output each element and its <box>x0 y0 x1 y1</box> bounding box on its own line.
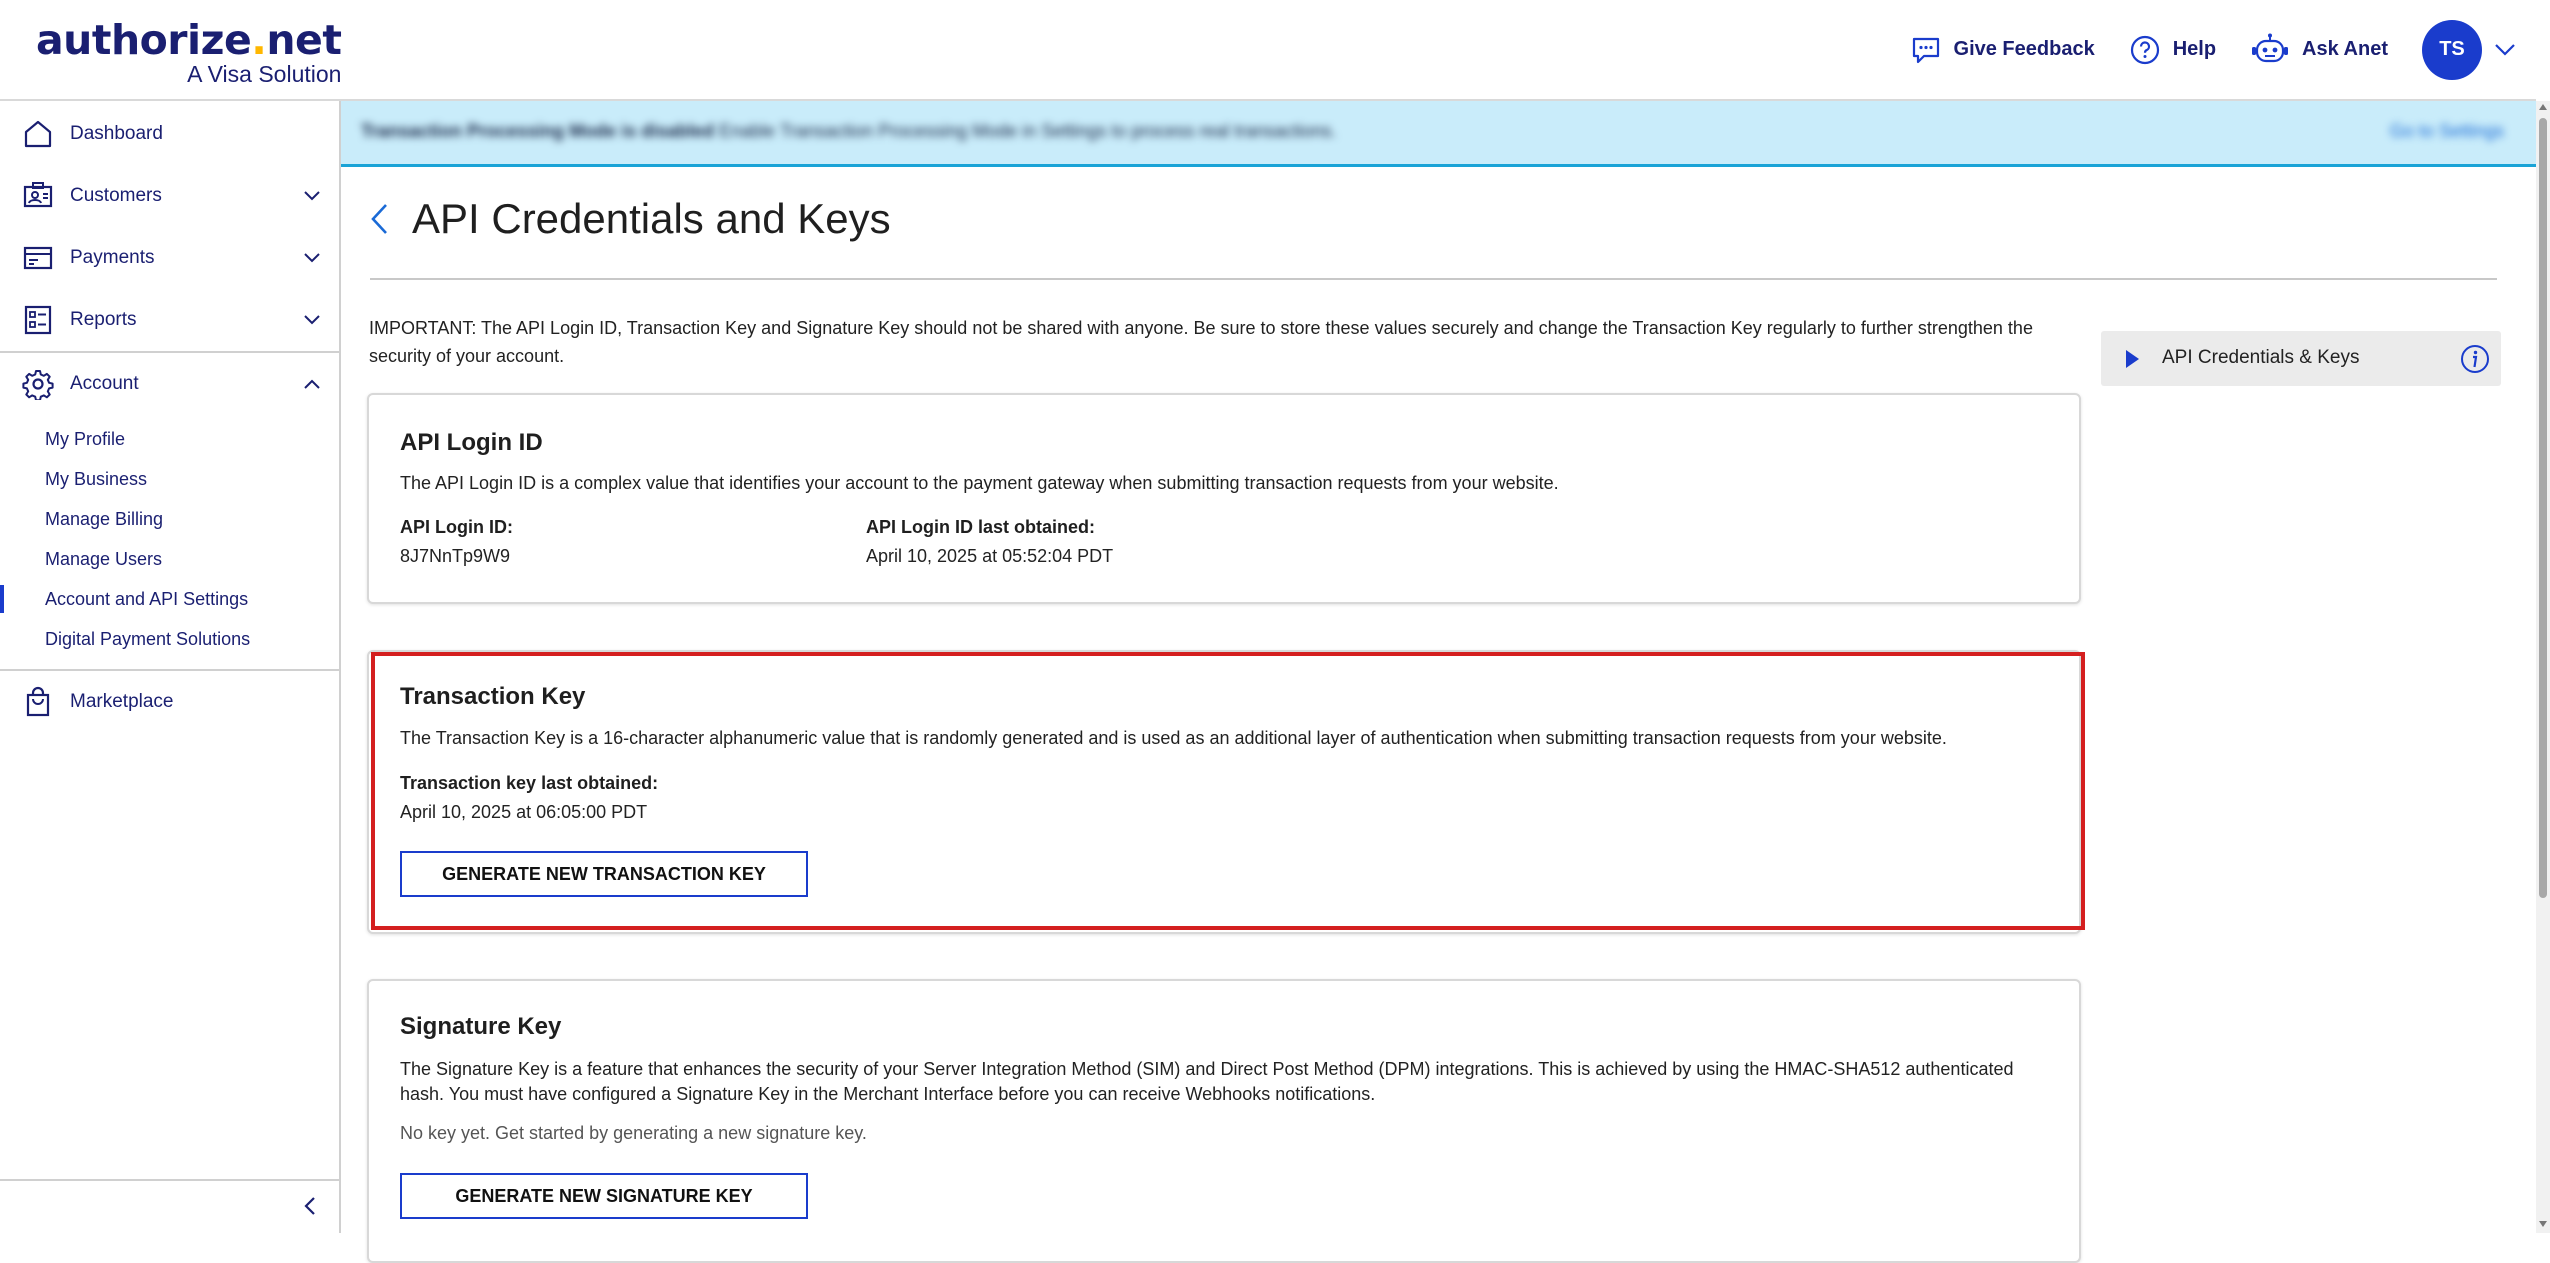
account-submenu: My Profile My Business Manage Billing Ma… <box>0 415 339 669</box>
signature-key-card: Signature Key The Signature Key is a fea… <box>367 979 2081 1263</box>
panel-label: API Credentials & Keys <box>2162 347 2360 368</box>
important-notice: IMPORTANT: The API Login ID, Transaction… <box>369 318 2033 366</box>
shopping-bag-icon <box>26 686 50 717</box>
chevron-up-icon <box>304 379 320 389</box>
card-description: The Transaction Key is a 16-character al… <box>400 728 1947 748</box>
sidebar-subitem-manage-users[interactable]: Manage Users <box>0 539 339 579</box>
reports-icon <box>24 305 52 335</box>
card-description: The API Login ID is a complex value that… <box>400 473 1559 493</box>
sidebar-nav: Dashboard Customers Payments Reports Acc… <box>0 101 341 1233</box>
page-title-row: API Credentials and Keys <box>370 195 891 243</box>
sidebar-item-payments[interactable]: Payments <box>0 227 339 289</box>
sidebar-item-dashboard[interactable]: Dashboard <box>0 103 339 165</box>
payments-icon <box>23 246 53 270</box>
ask-anet-label: Ask Anet <box>2302 38 2388 60</box>
give-feedback-button[interactable]: Give Feedback <box>1910 34 2095 66</box>
gear-icon <box>22 370 54 400</box>
sidebar-subitem-my-profile[interactable]: My Profile <box>0 419 339 459</box>
sidebar-item-label: Marketplace <box>70 691 174 712</box>
chevron-left-icon[interactable] <box>303 1195 317 1217</box>
card-description: The Signature Key is a feature that enha… <box>400 1059 2014 1104</box>
title-divider <box>370 278 2497 280</box>
give-feedback-label: Give Feedback <box>1953 38 2095 60</box>
top-header: authorize.net A Visa Solution Give Feedb… <box>0 0 2536 101</box>
card-title: Transaction Key <box>400 683 586 710</box>
info-icon[interactable] <box>2459 343 2491 375</box>
play-triangle-icon <box>2126 350 2139 368</box>
sidebar-item-label: Reports <box>70 309 137 330</box>
signature-key-note: No key yet. Get started by generating a … <box>400 1123 867 1143</box>
sidebar-subitem-digital-payment-solutions[interactable]: Digital Payment Solutions <box>0 619 339 659</box>
sidebar-subitem-my-business[interactable]: My Business <box>0 459 339 499</box>
api-login-id-value: 8J7NnTp9W9 <box>400 546 511 566</box>
api-login-id-card: API Login ID The API Login ID is a compl… <box>367 393 2081 604</box>
transaction-obtained-value: April 10, 2025 at 06:05:00 PDT <box>400 802 648 822</box>
api-login-id-label: API Login ID: <box>400 517 513 537</box>
scroll-down-arrow[interactable] <box>2539 1221 2547 1227</box>
help-button[interactable]: Help <box>2129 34 2216 66</box>
chevron-down-icon <box>304 191 320 201</box>
chevron-down-icon[interactable] <box>2494 43 2516 57</box>
scroll-up-arrow[interactable] <box>2539 104 2547 110</box>
sidebar-item-account[interactable]: Account <box>0 353 339 415</box>
ask-anet-button[interactable]: Ask Anet <box>2250 33 2388 67</box>
help-label: Help <box>2172 38 2217 60</box>
customers-icon <box>23 182 53 208</box>
brand-logo[interactable]: authorize.net A Visa Solution <box>36 18 342 88</box>
generate-transaction-key-button[interactable]: GENERATE NEW TRANSACTION KEY <box>400 851 808 897</box>
login-obtained-value: April 10, 2025 at 05:52:04 PDT <box>866 546 1114 566</box>
home-icon <box>24 120 52 148</box>
card-title: Signature Key <box>400 1013 562 1040</box>
card-title: API Login ID <box>400 429 543 456</box>
page-title: API Credentials and Keys <box>412 195 891 242</box>
generate-signature-key-button[interactable]: GENERATE NEW SIGNATURE KEY <box>400 1173 808 1219</box>
help-circle-icon <box>2130 35 2159 64</box>
sidebar-footer <box>0 1179 339 1233</box>
login-obtained-label: API Login ID last obtained: <box>866 517 1095 537</box>
sidebar-subitem-manage-billing[interactable]: Manage Billing <box>0 499 339 539</box>
sidebar-item-customers[interactable]: Customers <box>0 165 339 227</box>
scrollbar-thumb[interactable] <box>2539 118 2547 898</box>
user-avatar[interactable]: TS <box>2422 19 2482 80</box>
sidebar-item-label: Account <box>70 373 139 394</box>
sidebar-item-reports[interactable]: Reports <box>0 289 339 351</box>
sidebar-subitem-account-api-settings[interactable]: Account and API Settings <box>0 579 339 619</box>
chat-bubble-icon <box>1912 37 1939 63</box>
banner-message: Transaction Processing Mode is disabled … <box>361 121 1337 141</box>
transaction-key-card: Transaction Key The Transaction Key is a… <box>367 650 2081 934</box>
brand-tagline: A Visa Solution <box>187 61 342 87</box>
sidebar-item-label: Customers <box>70 185 162 206</box>
notification-banner: Transaction Processing Mode is disabled … <box>341 101 2536 167</box>
transaction-obtained-label: Transaction key last obtained: <box>400 773 659 793</box>
sidebar-item-label: Dashboard <box>70 123 163 144</box>
chevron-down-icon <box>304 315 320 325</box>
chevron-down-icon <box>304 253 320 263</box>
api-credentials-panel-toggle[interactable]: API Credentials & Keys <box>2101 331 2501 386</box>
banner-link[interactable]: Go to Settings <box>2390 121 2504 142</box>
sidebar-item-marketplace[interactable]: Marketplace <box>0 671 339 733</box>
robot-icon <box>2252 33 2289 62</box>
chevron-left-icon[interactable] <box>370 202 390 236</box>
sidebar-item-label: Payments <box>70 247 155 268</box>
